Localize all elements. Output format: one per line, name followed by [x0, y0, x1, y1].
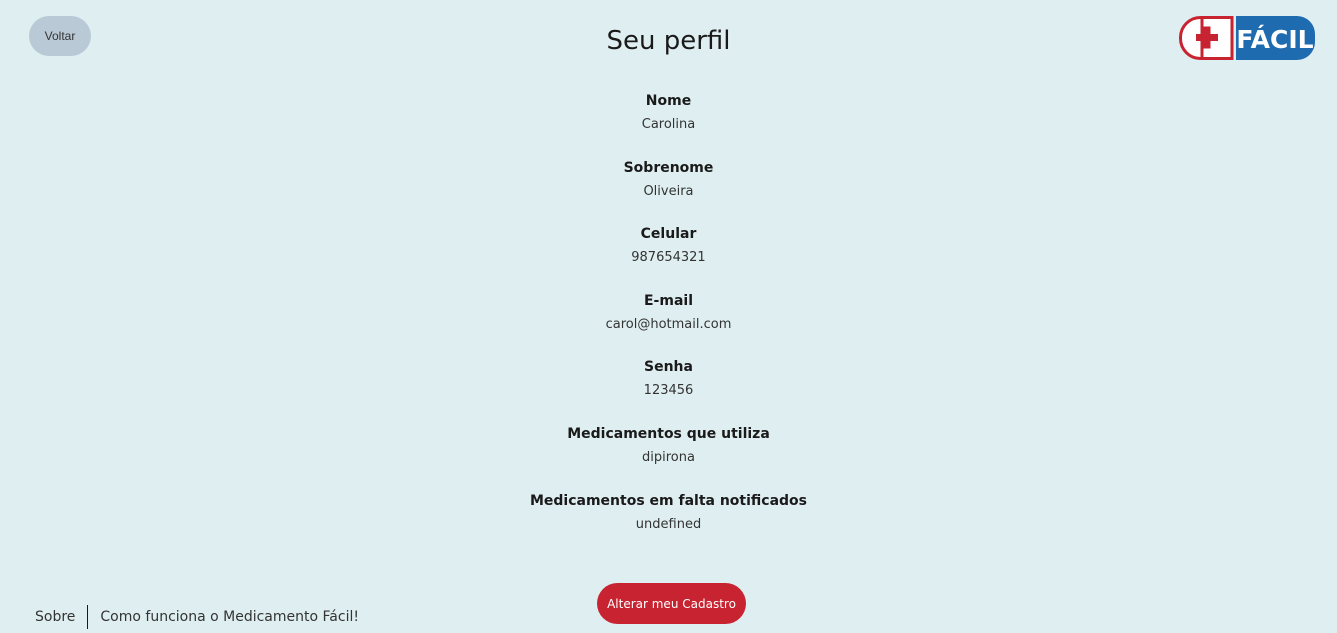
field-medicamentos-falta: Medicamentos em falta notificados undefi…	[0, 490, 1337, 557]
field-medicamentos: Medicamentos que utiliza dipirona	[0, 423, 1337, 490]
field-value: 123456	[643, 383, 694, 399]
field-label: Celular	[640, 226, 697, 243]
plus-icon-v	[1203, 26, 1211, 49]
field-value: carol@hotmail.com	[605, 316, 732, 332]
field-label: E-mail	[643, 292, 693, 309]
edit-profile-button[interactable]: Alterar meu Cadastro	[597, 583, 746, 624]
field-label: Senha	[644, 359, 693, 376]
field-value: Oliveira	[643, 183, 694, 199]
footer: Sobre Como funciona o Medicamento Fácil!	[35, 605, 359, 629]
field-sobrenome: Sobrenome Oliveira	[0, 157, 1337, 224]
app-logo[interactable]: FÁCIL	[1179, 16, 1315, 60]
field-senha: Senha 123456	[0, 356, 1337, 423]
field-label: Medicamentos em falta notificados	[529, 492, 808, 509]
field-value: undefined	[635, 516, 702, 532]
field-value: Carolina	[641, 117, 696, 132]
field-email: E-mail carol@hotmail.com	[0, 290, 1337, 357]
field-celular: Celular 987654321	[0, 223, 1337, 290]
profile-fields: Nome Carolina Sobrenome Oliveira Celular…	[0, 90, 1337, 556]
field-value: dipirona	[642, 449, 695, 465]
field-label: Medicamentos que utiliza	[567, 425, 770, 442]
footer-divider	[87, 605, 89, 629]
field-nome: Nome Carolina	[0, 90, 1337, 157]
field-value: 987654321	[631, 250, 706, 266]
footer-link-como-funciona[interactable]: Como funciona o Medicamento Fácil!	[100, 609, 359, 625]
footer-link-sobre[interactable]: Sobre	[35, 609, 75, 625]
logo-text: FÁCIL	[1236, 25, 1313, 54]
page-title: Seu perfil	[606, 26, 731, 56]
field-label: Nome	[645, 93, 692, 109]
field-label: Sobrenome	[623, 159, 714, 176]
